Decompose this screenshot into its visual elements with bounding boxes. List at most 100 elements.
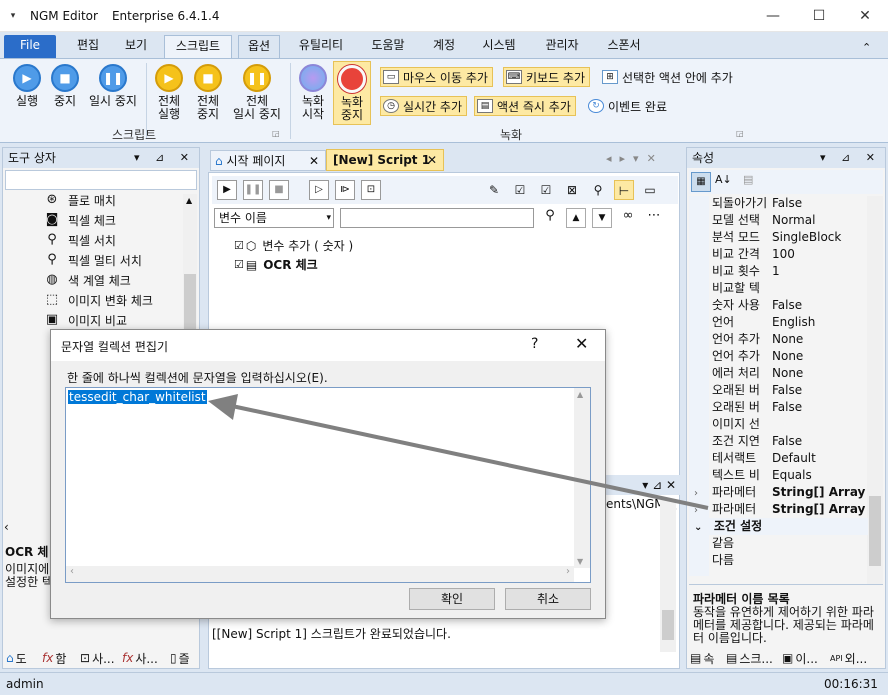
search-icon[interactable]: ⚲ [540,208,560,228]
property-row[interactable]: 비교 횟수 1 [712,263,867,280]
play-icon[interactable]: ▶ [217,180,237,200]
step-over-icon[interactable]: ⊡ [361,180,381,200]
maximize-button[interactable]: ☐ [796,0,842,32]
record-start-button[interactable]: 녹화 시작 [296,64,330,121]
toolbox-item[interactable]: ⬚ 이미지 변화 체크 [44,290,153,310]
infinity-icon[interactable]: ∞ [618,208,638,228]
output-scrollbar[interactable] [660,500,676,652]
properties-bottom-tab[interactable]: ▤ 속 [690,648,714,668]
pause-all-button[interactable]: ❚❚ 전체 일시 중지 [228,64,286,121]
check-outline-icon[interactable]: ☑ [536,180,556,200]
toolbox-item[interactable]: ⊛ 플로 매치 [44,190,116,210]
tree-icon[interactable]: ⊢ [614,180,634,200]
tree-node[interactable]: ☑ ▤ OCR 체크 [234,256,318,273]
stop-icon[interactable]: ■ [269,180,289,200]
functions-bottom-tab[interactable]: fx 함 [42,648,66,668]
textarea-vscrollbar[interactable]: ▲ ▼ [574,388,590,568]
toolbox-bottom-tab[interactable]: ⌂ 도 [6,648,27,668]
output-panel-controls[interactable]: ▾ ⊿ ✕ [600,475,680,495]
tab-file[interactable]: File [4,35,56,58]
close-tab-icon[interactable]: ✕ [427,150,437,171]
property-row[interactable]: 에러 처리 None [712,365,867,382]
add-mouse-move-button[interactable]: ▭ 마우스 이동 추가 [380,67,493,87]
toolbox-scroll-left[interactable]: ‹ [4,520,9,534]
tab-edit[interactable]: 편집 [66,35,110,58]
property-row[interactable]: 언어 추가 None [712,348,867,365]
system-menu-icon[interactable]: ▾ [0,11,26,21]
toolbox-item[interactable]: ▣ 이미지 비교 [44,310,127,330]
toolbox-item[interactable]: ◙ 픽셀 체크 [44,210,116,230]
tab-script[interactable]: 스크립트 [164,35,232,58]
toolbox-item[interactable]: ⚲ 픽셀 멀티 서치 [44,250,142,270]
step-icon[interactable]: ▷ [309,180,329,200]
property-row[interactable]: 숫자 사용 False [712,297,867,314]
sort-alpha-icon[interactable]: A↓ [715,173,732,186]
monitor-icon[interactable]: ▭ [640,180,660,200]
cancel-button[interactable]: 취소 [505,588,591,610]
tab-new-script[interactable]: [New] Script 1 ✕ [326,149,444,171]
property-row[interactable]: 비교할 텍 [712,280,867,297]
dialog-launcher-icon[interactable]: ◲ [272,129,280,138]
stop-button[interactable]: ■ 중지 [48,64,82,108]
tab-utility[interactable]: 유틸리티 [290,35,352,58]
toolbox-search-input[interactable] [5,170,197,190]
tab-sponsor[interactable]: 스폰서 [598,35,650,58]
property-row[interactable]: 모델 선택 Normal [712,212,867,229]
property-row[interactable]: 되돌아가기 False [712,195,867,212]
run-button[interactable]: ▶ 실행 [8,64,46,108]
property-row[interactable]: 테서랙트 Default [712,450,867,467]
tab-account[interactable]: 계정 [424,35,464,58]
search-icon[interactable]: ⚲ [588,180,608,200]
toolbox-item[interactable]: ⚲ 픽셀 서치 [44,230,116,250]
tab-options[interactable]: 옵션 [238,35,280,58]
property-row[interactable]: 언어 English [712,314,867,331]
run-all-button[interactable]: ▶ 전체 실행 [150,64,188,121]
expand-chevron-icon[interactable]: › [694,488,698,499]
textarea-hscrollbar[interactable]: ‹ › [66,566,574,582]
property-row[interactable]: 조건 지연 False [712,433,867,450]
pause-icon[interactable]: ❚❚ [243,180,263,200]
property-row[interactable]: 비교 간격 100 [712,246,867,263]
toolbox-item[interactable]: ◍ 색 계열 체크 [44,270,131,290]
tab-admin[interactable]: 관리자 [534,35,590,58]
pause-button[interactable]: ❚❚ 일시 중지 [84,64,142,108]
checkbox-icon[interactable]: ☑ [234,258,244,271]
tab-system[interactable]: 시스템 [474,35,524,58]
property-section-header[interactable]: ⌄ 조건 설정 [690,518,868,535]
close-button[interactable]: ✕ [842,0,888,32]
minimize-button[interactable]: — [750,0,796,32]
event-complete-button[interactable]: ↻ 이벤트 완료 [586,96,671,116]
property-row[interactable]: 분석 모드 SingleBlock [712,229,867,246]
edit-icon[interactable]: ✎ [484,180,504,200]
more-icon[interactable]: ⋯ [644,208,664,228]
dialog-close-button[interactable]: ✕ [575,334,588,353]
add-realtime-button[interactable]: ◷ 실시간 추가 [380,96,468,116]
tab-start-page[interactable]: ⌂ 시작 페이지 ✕ [210,150,326,171]
toolbox-panel-controls[interactable]: ▾ ⊿ ✕ [134,148,195,168]
check-icon[interactable]: ☑ [510,180,530,200]
ok-button[interactable]: 확인 [409,588,495,610]
property-row[interactable]: 오래된 버 False [712,399,867,416]
tree-node[interactable]: ☑ ⬡ 변수 추가 ( 숫자 ) [234,237,353,254]
up-icon[interactable]: ▲ [566,208,586,228]
property-row[interactable]: 파라메터 String[] Array [712,484,867,501]
string-collection-textarea[interactable]: tessedit_char_whitelist ▲ ▼ ‹ › [65,387,591,583]
properties-panel-controls[interactable]: ▾ ⊿ ✕ [820,148,881,168]
script-bottom-tab[interactable]: ▤ 스크... [726,648,773,668]
record-dialog-launcher-icon[interactable]: ◲ [736,129,744,138]
add-in-selected-action-button[interactable]: ⊞ 선택한 액션 안에 추가 [600,67,737,87]
property-pages-icon[interactable]: ▤ [743,173,753,186]
record-stop-button[interactable]: 녹화 중지 [333,61,371,125]
step-into-icon[interactable]: ⧐ [335,180,355,200]
external-bottom-tab[interactable]: API 외... [830,648,867,668]
user-functions-bottom-tab[interactable]: fx 사... [122,648,158,668]
collapse-ribbon-icon[interactable]: ⌃ [862,41,871,54]
tab-view[interactable]: 보기 [114,35,158,58]
property-row[interactable]: 이미지 선 [712,416,867,433]
close-tab-icon[interactable]: ✕ [309,151,319,171]
checkbox-icon[interactable]: ☑ [234,239,244,252]
property-row-label[interactable]: 다름 [712,552,734,569]
categorized-icon[interactable]: ▦ [691,172,711,192]
variable-value-input[interactable] [340,208,534,228]
tab-nav-controls[interactable]: ◂▸▾✕ [606,152,664,165]
